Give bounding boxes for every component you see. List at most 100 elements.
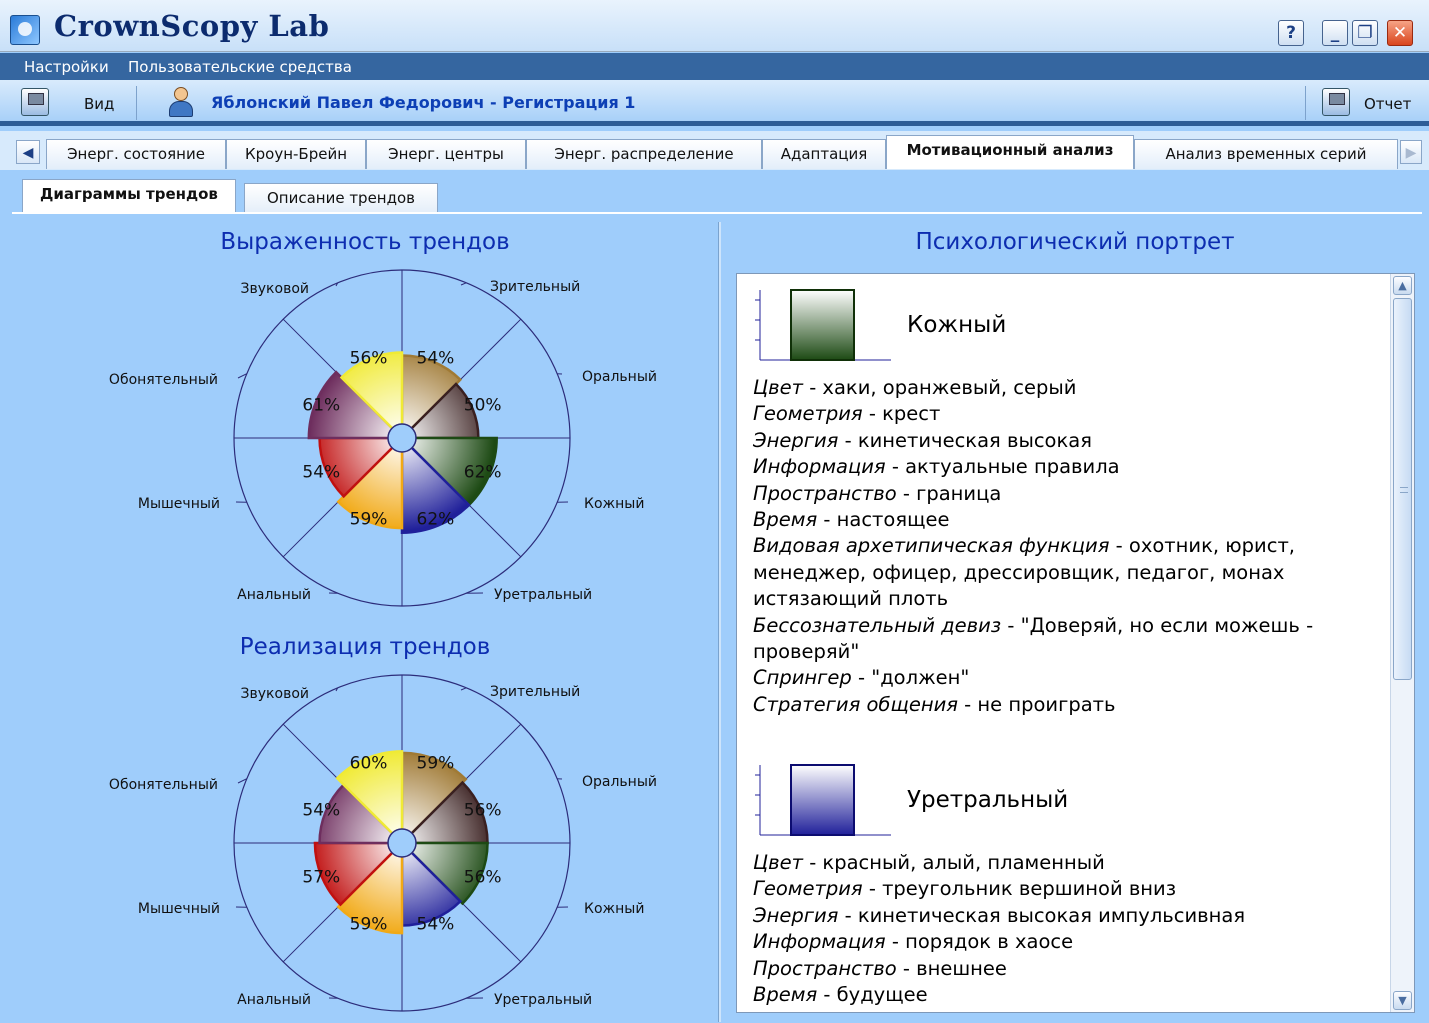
trait-line: менеджер, офицер, дрессировщик, педагог,… <box>753 560 1313 586</box>
subtab-trend-charts[interactable]: Диаграммы трендов <box>22 179 236 213</box>
trait-line-key: Энергия <box>753 903 839 927</box>
trait-line-value: - не проиграть <box>957 692 1116 716</box>
category-leader <box>460 687 467 691</box>
trait-line-key: Время <box>753 508 818 532</box>
tab-time-series[interactable]: Анализ временных серий <box>1134 139 1398 169</box>
app-logo-icon <box>10 15 40 45</box>
trait-line: Спрингер - "должен" <box>753 665 1313 691</box>
portrait-title: Психологический портрет <box>915 229 1235 255</box>
value-label-analny: 59% <box>350 915 388 935</box>
menu-settings[interactable]: Настройки <box>24 58 109 76</box>
report-icon[interactable] <box>1322 88 1350 116</box>
title-bar: CrownScopy Lab ? _ ❐ ✕ <box>0 0 1429 52</box>
trait-line: Энергия - кинетическая высокая импульсив… <box>753 903 1245 929</box>
trait-line-value: истязающий плоть <box>753 587 949 611</box>
category-label-uretralny: Уретральный <box>494 992 592 1008</box>
trait-line: Видовая архетипическая функция - охотник… <box>753 533 1313 559</box>
chart-center <box>387 828 417 858</box>
trait-line: Цвет - хаки, оранжевый, серый <box>753 375 1313 401</box>
trait-line-key: Информация <box>753 455 886 479</box>
trait-line-key: Стратегия общения <box>753 692 958 716</box>
trait-line-key: Геометрия <box>753 402 863 426</box>
patient-name: Яблонский Павел Федорович - Регистрация … <box>211 93 636 112</box>
category-label-kozhny: Кожный <box>584 496 644 512</box>
trait-line-value: - "Доверяй, но если можешь - <box>1001 613 1314 637</box>
category-leader <box>460 282 467 286</box>
category-label-zvukovoy: Звуковой <box>241 281 309 297</box>
menu-bar: Настройки Пользовательские средства <box>0 53 1429 80</box>
view-button[interactable]: Вид <box>84 95 114 113</box>
value-label-zritelny: 54% <box>417 348 455 368</box>
minimize-button[interactable]: _ <box>1322 20 1348 46</box>
user-icon <box>166 87 196 119</box>
category-label-analny: Анальный <box>237 587 311 603</box>
category-label-analny: Анальный <box>237 992 311 1008</box>
trait-line: Пространство - граница <box>753 481 1313 507</box>
trait-line-value: проверяй" <box>753 640 860 664</box>
trait-line-key: Цвет <box>753 851 803 874</box>
trait-line: проверяй" <box>753 639 1313 665</box>
trait-line-key: Энергия <box>753 428 839 452</box>
trait-line-key: Информация <box>753 930 886 954</box>
portrait-scrollbar[interactable]: ▲ ▼ <box>1390 274 1414 1012</box>
scroll-down-icon[interactable]: ▼ <box>1393 991 1412 1010</box>
trait-line-key: Пространство <box>753 956 897 980</box>
value-label-myshechny: 54% <box>302 462 340 482</box>
trait-line: Цвет - красный, алый, пламенный <box>753 850 1245 876</box>
trait-swatch-chart <box>755 764 891 836</box>
panel-divider <box>718 222 721 1022</box>
trait-line-value: - граница <box>896 481 1002 505</box>
value-label-oralny: 50% <box>464 396 502 416</box>
main-tabs: Энерг. состояние Кроун-Брейн Энерг. цент… <box>0 131 1429 170</box>
sub-tabs: Диаграммы трендов Описание трендов <box>0 170 1429 213</box>
trait-swatch-chart <box>755 289 891 361</box>
value-label-uretralny: 62% <box>417 510 455 530</box>
trait-line: Время - будущее <box>753 982 1245 1008</box>
restore-button[interactable]: ❐ <box>1352 20 1378 46</box>
trait-line-value: - "должен" <box>851 666 970 690</box>
scroll-thumb[interactable] <box>1393 298 1412 680</box>
value-label-zvukovoy: 56% <box>350 348 388 368</box>
chart-expression: 54% 50% 62% 62% 59% 54% 61% 56% Зрительный Оральн… <box>109 269 657 607</box>
trait-line-value: - треугольник вершиной вниз <box>862 877 1177 901</box>
subtab-trend-description[interactable]: Описание трендов <box>244 183 438 213</box>
toolbar-separator <box>1305 86 1306 120</box>
tab-energy-centers[interactable]: Энерг. центры <box>366 139 526 169</box>
tab-crown-brain[interactable]: Кроун-Брейн <box>226 139 366 169</box>
report-button[interactable]: Отчет <box>1364 95 1411 113</box>
category-label-obonyatelny: Обонятельный <box>109 372 218 388</box>
toolbar-separator <box>136 86 137 120</box>
tab-motivation-analysis[interactable]: Мотивационный анализ <box>886 135 1134 169</box>
category-label-zritelny: Зрительный <box>490 684 580 700</box>
category-label-zritelny: Зрительный <box>490 279 580 295</box>
trait-description: Цвет - хаки, оранжевый, серый Геометрия -… <box>753 375 1313 718</box>
tab-energy-distribution[interactable]: Энерг. распределение <box>526 139 762 169</box>
trait-line: Бессознательный девиз - "Доверяй, но есл… <box>753 613 1313 639</box>
trait-line-key: Геометрия <box>753 877 863 901</box>
tab-adaptation[interactable]: Адаптация <box>762 139 886 169</box>
chart-title-expression: Выраженность трендов <box>220 229 510 255</box>
trait-line: Пространство - внешнее <box>753 956 1245 982</box>
trait-line-value: менеджер, офицер, дрессировщик, педагог,… <box>753 560 1285 584</box>
trait-line: Геометрия - треугольник вершиной вниз <box>753 876 1245 902</box>
help-button[interactable]: ? <box>1278 20 1304 46</box>
value-label-kozhny: 62% <box>464 462 502 482</box>
trait-line-value: - кинетическая высокая импульсивная <box>838 903 1246 927</box>
trait-line-value: - красный, алый, пламенный <box>803 851 1105 874</box>
tab-energy-state[interactable]: Энерг. состояние <box>46 139 226 169</box>
trait-line-key: Видовая архетипическая функция <box>753 534 1110 558</box>
tabs-scroll-left-icon[interactable]: ◀ <box>16 140 40 164</box>
trait-line: истязающий плоть <box>753 586 1313 612</box>
tabs-scroll-right-icon[interactable]: ▶ <box>1400 140 1422 164</box>
trait-line: Стратегия общения - не проиграть <box>753 692 1313 718</box>
close-button[interactable]: ✕ <box>1387 20 1413 46</box>
value-label-kozhny: 56% <box>464 867 502 887</box>
scroll-up-icon[interactable]: ▲ <box>1393 276 1412 295</box>
trait-line-value: - хаки, оранжевый, серый <box>803 376 1077 399</box>
value-label-uretralny: 54% <box>417 915 455 935</box>
menu-user-tools[interactable]: Пользовательские средства <box>128 58 352 76</box>
value-label-myshechny: 57% <box>302 867 340 887</box>
view-icon[interactable] <box>21 88 49 116</box>
trait-line: Энергия - кинетическая высокая <box>753 428 1313 454</box>
value-label-analny: 59% <box>350 510 388 530</box>
